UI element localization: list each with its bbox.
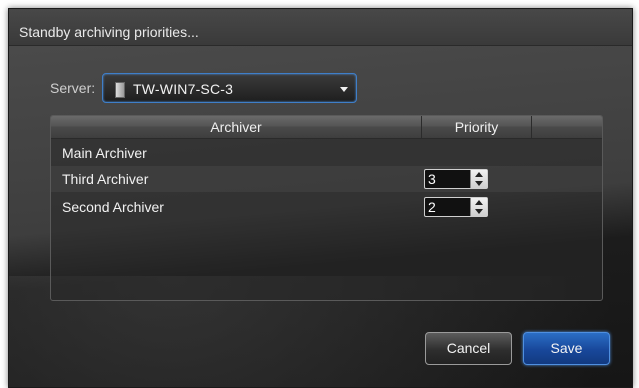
server-selected-value: TW-WIN7-SC-3 xyxy=(133,81,234,97)
priority-stepper[interactable]: 2 xyxy=(424,197,488,217)
table-row[interactable]: Third Archiver 3 xyxy=(51,166,602,192)
archiver-name: Third Archiver xyxy=(62,171,149,187)
table-row[interactable]: Second Archiver 2 xyxy=(51,194,602,220)
priority-value[interactable]: 3 xyxy=(428,171,436,187)
spin-up-icon[interactable] xyxy=(475,200,483,205)
spin-buttons[interactable] xyxy=(470,170,487,188)
priority-stepper[interactable]: 3 xyxy=(424,169,488,189)
cancel-button[interactable]: Cancel xyxy=(425,332,512,365)
table-header: Archiver Priority xyxy=(51,116,602,139)
priority-value[interactable]: 2 xyxy=(428,199,436,215)
server-dropdown[interactable]: TW-WIN7-SC-3 xyxy=(102,73,357,103)
standby-priorities-dialog: Standby archiving priorities... Server: … xyxy=(8,8,633,388)
chevron-down-icon xyxy=(340,87,348,92)
server-label: Server: xyxy=(50,80,96,96)
archiver-name: Main Archiver xyxy=(62,145,147,161)
dialog-content: Server: TW-WIN7-SC-3 Archiver Priority M… xyxy=(9,46,632,387)
column-header-priority[interactable]: Priority xyxy=(422,116,532,138)
spin-down-icon[interactable] xyxy=(475,181,483,186)
archiver-priority-table: Archiver Priority Main Archiver Third Ar… xyxy=(50,115,603,301)
spin-buttons[interactable] xyxy=(470,198,487,216)
column-header-filler xyxy=(532,116,602,138)
save-button[interactable]: Save xyxy=(523,332,610,365)
spin-up-icon[interactable] xyxy=(475,172,483,177)
dialog-title: Standby archiving priorities... xyxy=(19,24,199,40)
column-header-archiver[interactable]: Archiver xyxy=(51,116,422,138)
dialog-titlebar[interactable]: Standby archiving priorities... xyxy=(9,9,632,46)
server-icon xyxy=(115,82,125,98)
spin-down-icon[interactable] xyxy=(475,209,483,214)
table-row[interactable]: Main Archiver xyxy=(51,140,602,166)
archiver-name: Second Archiver xyxy=(62,199,164,215)
